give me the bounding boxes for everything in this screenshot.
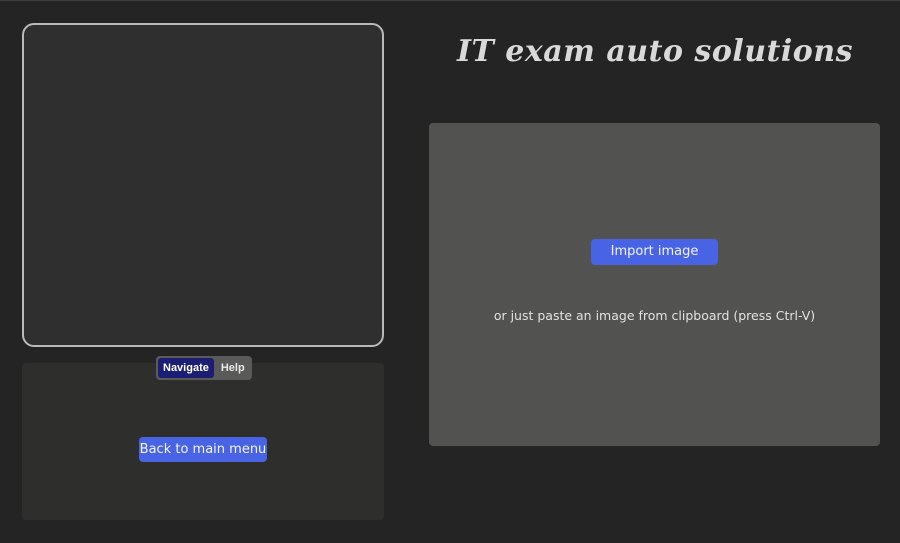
import-image-button[interactable]: Import image <box>591 239 718 265</box>
back-to-main-menu-button[interactable]: Back to main menu <box>139 437 267 462</box>
page-title: IT exam auto solutions <box>456 34 854 69</box>
tab-help[interactable]: Help <box>216 358 250 378</box>
panel-tab-bar: Navigate Help <box>156 356 252 380</box>
top-border <box>0 0 900 1</box>
paste-hint-text: or just paste an image from clipboard (p… <box>493 308 816 323</box>
tab-navigate[interactable]: Navigate <box>158 358 214 378</box>
image-drop-zone[interactable] <box>429 123 880 446</box>
image-preview-area <box>22 23 384 347</box>
